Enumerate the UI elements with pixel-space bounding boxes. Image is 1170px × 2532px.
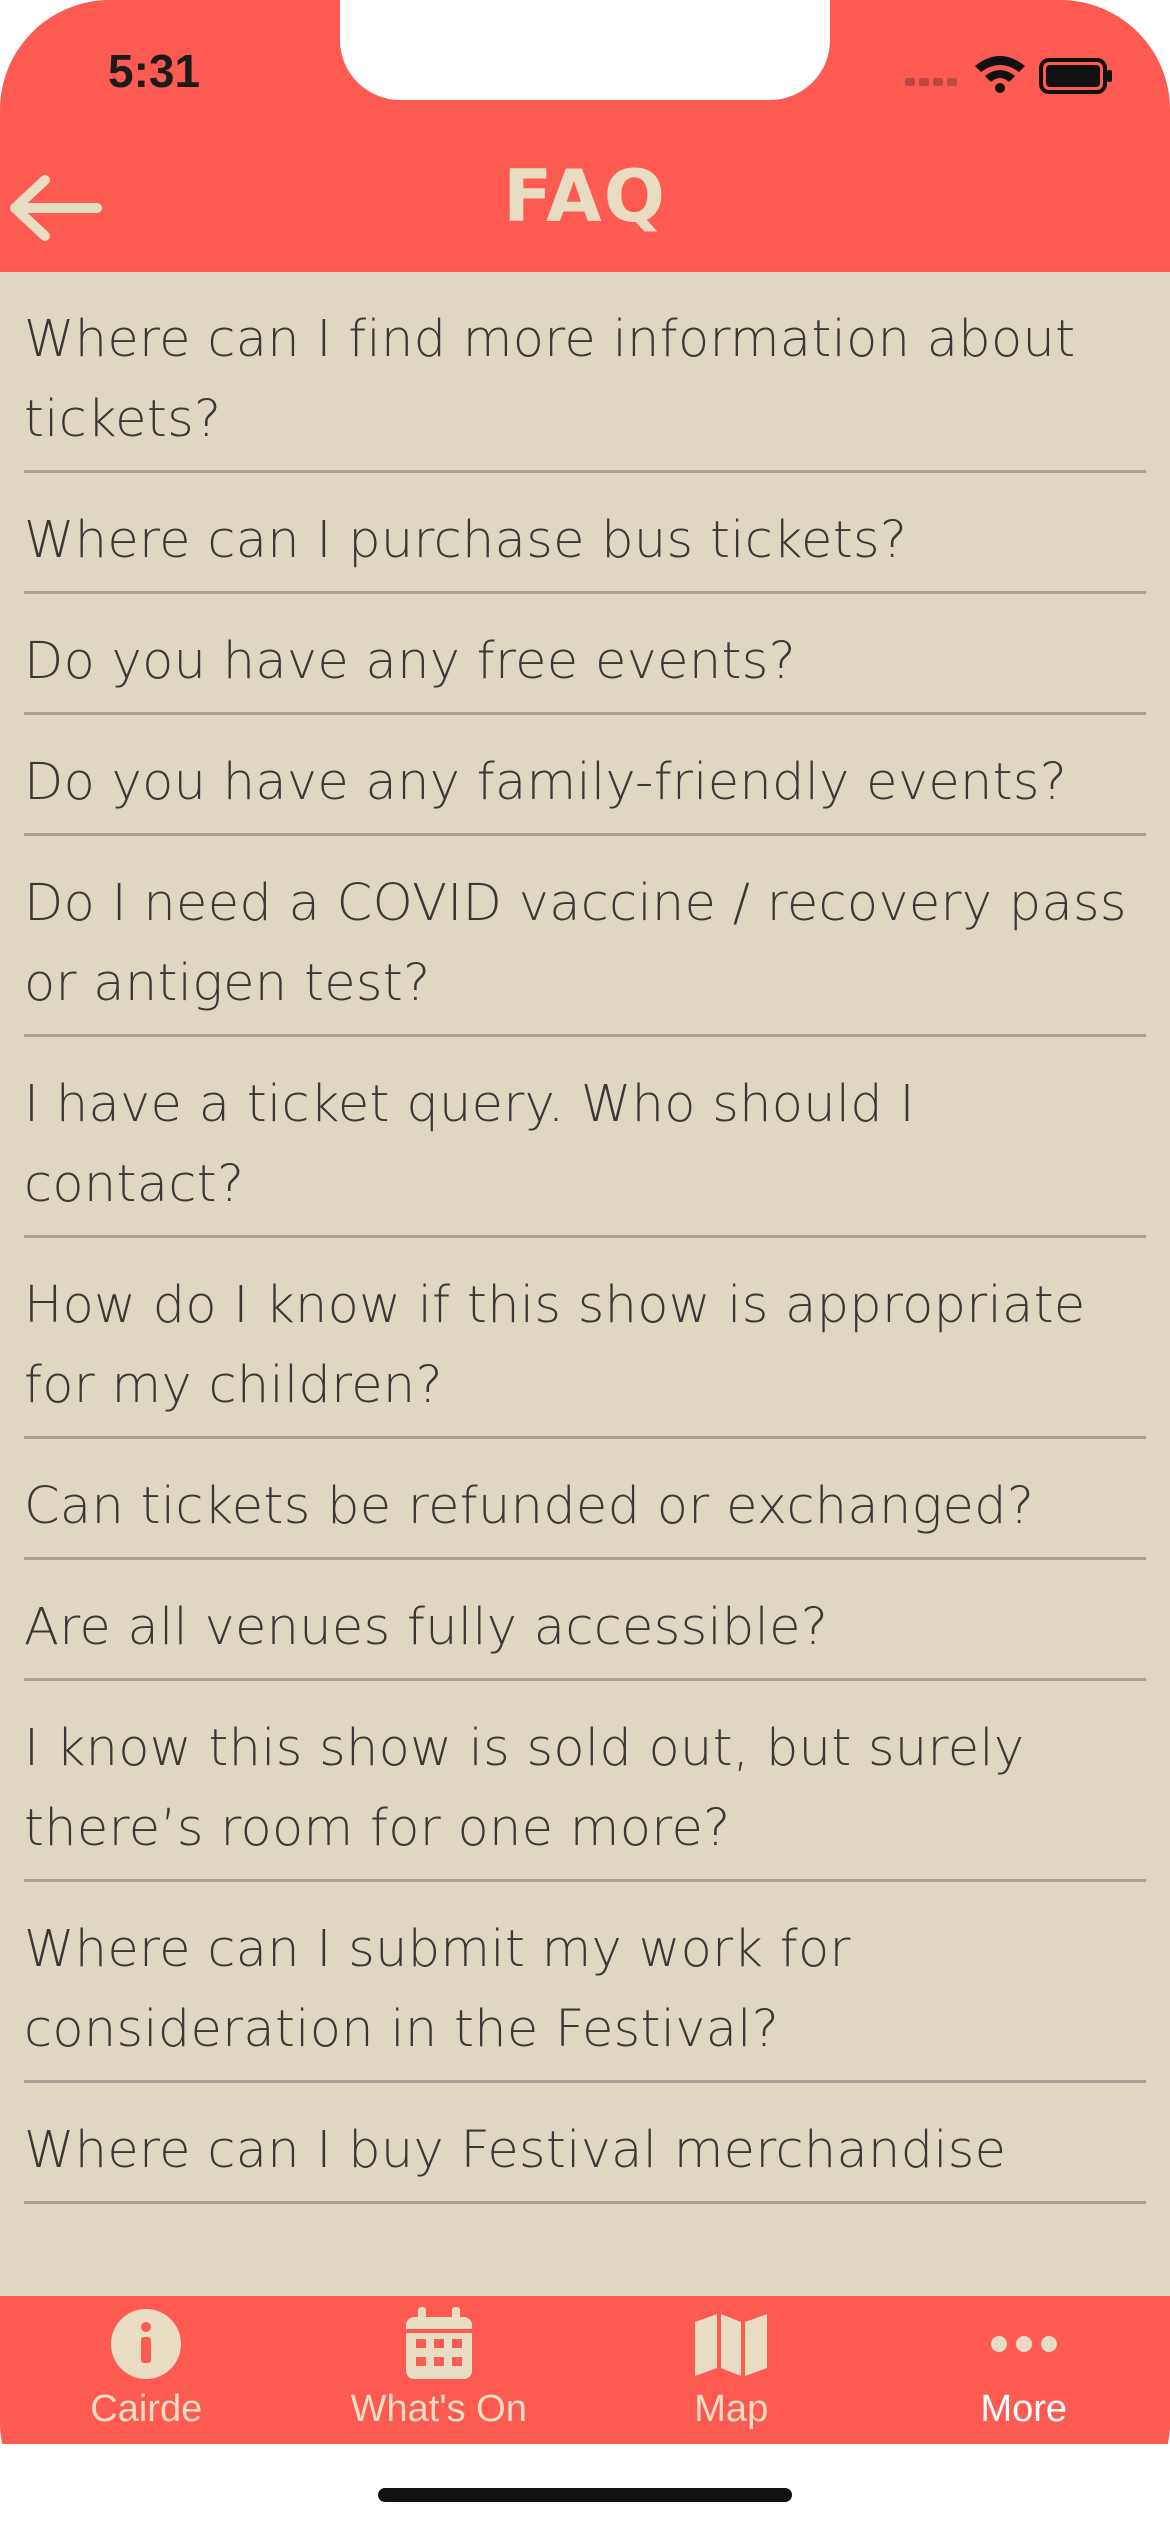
faq-item[interactable]: I know this show is sold out, but surely… bbox=[24, 1681, 1146, 1882]
tab-label: More bbox=[980, 2388, 1068, 2430]
faq-item[interactable]: Where can I buy Festival merchandise bbox=[24, 2083, 1146, 2204]
tab-whats-on[interactable]: What's On bbox=[293, 2296, 586, 2444]
info-icon bbox=[109, 2304, 183, 2384]
tab-more[interactable]: More bbox=[878, 2296, 1170, 2444]
status-icons bbox=[905, 56, 1112, 94]
tab-bar: Cairde What's On Map More bbox=[0, 2296, 1170, 2444]
header-bar: 5:31 FAQ bbox=[0, 0, 1170, 272]
faq-item[interactable]: Can tickets be refunded or exchanged? bbox=[24, 1439, 1146, 1560]
faq-item[interactable]: Do I need a COVID vaccine / recovery pas… bbox=[24, 836, 1146, 1037]
app-screen: 5:31 FAQ Where can I find more informati… bbox=[0, 0, 1170, 2532]
map-icon bbox=[693, 2304, 769, 2384]
faq-item[interactable]: How do I know if this show is appropriat… bbox=[24, 1238, 1146, 1439]
home-indicator[interactable] bbox=[378, 2488, 792, 2502]
faq-item[interactable]: Where can I submit my work for considera… bbox=[24, 1882, 1146, 2083]
faq-list[interactable]: Where can I find more information about … bbox=[24, 272, 1146, 2296]
faq-item[interactable]: I have a ticket query. Who should I cont… bbox=[24, 1037, 1146, 1238]
tab-label: What's On bbox=[350, 2388, 527, 2430]
tab-label: Map bbox=[694, 2388, 769, 2430]
faq-item[interactable]: Where can I purchase bus tickets? bbox=[24, 473, 1146, 594]
tab-label: Cairde bbox=[90, 2388, 203, 2430]
wifi-icon bbox=[975, 56, 1025, 93]
more-icon bbox=[989, 2304, 1059, 2384]
device-notch bbox=[340, 0, 830, 100]
faq-item[interactable]: Do you have any family-friendly events? bbox=[24, 715, 1146, 836]
battery-icon bbox=[1039, 58, 1112, 94]
faq-item[interactable]: Do you have any free events? bbox=[24, 594, 1146, 715]
status-time: 5:31 bbox=[108, 45, 201, 97]
cellular-icon bbox=[905, 78, 957, 86]
faq-item[interactable]: Are all venues fully accessible? bbox=[24, 1560, 1146, 1681]
tab-map[interactable]: Map bbox=[585, 2296, 878, 2444]
page-title: FAQ bbox=[503, 154, 667, 238]
calendar-icon bbox=[404, 2304, 474, 2384]
tab-cairde[interactable]: Cairde bbox=[0, 2296, 293, 2444]
faq-item[interactable]: Where can I find more information about … bbox=[24, 272, 1146, 473]
